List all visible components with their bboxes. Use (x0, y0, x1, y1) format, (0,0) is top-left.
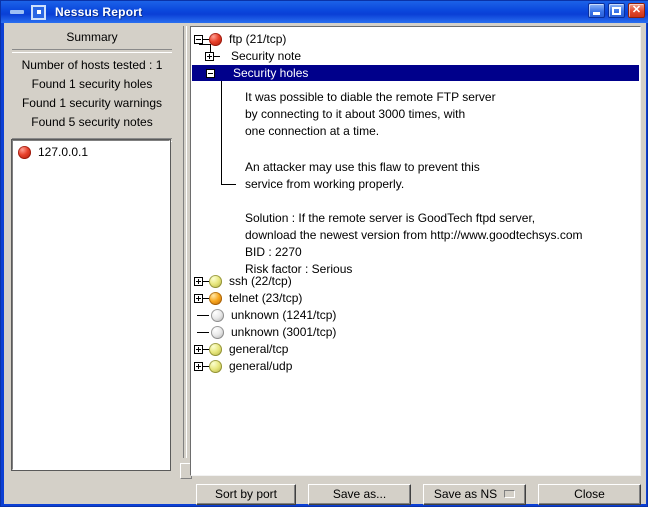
tree-node-telnet[interactable]: telnet (23/tcp) (194, 290, 302, 306)
tree-line (221, 184, 236, 185)
window-title: Nessus Report (55, 5, 142, 19)
severity-ball-icon (209, 275, 222, 288)
tree-node-ftp[interactable]: ftp (21/tcp) (194, 31, 286, 47)
close-button[interactable]: ✕ (628, 3, 645, 18)
summary-pane: Summary Number of hosts tested : 1 Found… (6, 26, 178, 496)
tree-node-label: general/udp (229, 359, 292, 373)
sort-by-port-button[interactable]: Sort by port (196, 484, 296, 505)
tree-line (203, 332, 209, 333)
splitter-bar (183, 26, 187, 458)
tree-node-label: Security holes (233, 66, 308, 80)
window-menu-dash-icon[interactable] (10, 10, 24, 14)
close-label: Close (574, 487, 605, 501)
minimize-button[interactable] (588, 3, 605, 18)
sort-by-port-label: Sort by port (215, 487, 277, 501)
maximize-button[interactable] (608, 3, 625, 18)
save-as-ns-button[interactable]: Save as NS (423, 484, 526, 505)
nessus-report-window: Nessus Report ✕ Summary Number of hosts … (0, 0, 648, 507)
severity-ball-icon (209, 292, 222, 305)
severity-ball-icon (211, 309, 224, 322)
tree-line (221, 69, 222, 185)
tree-node-ssh[interactable]: ssh (22/tcp) (194, 273, 292, 289)
tree-line (203, 315, 209, 316)
tree-node-label: unknown (1241/tcp) (231, 308, 336, 322)
report-tree: ftp (21/tcp) Security note Security hole… (191, 27, 640, 475)
severity-ball-icon (18, 146, 31, 159)
detail-paragraph-1: It was possible to diable the remote FTP… (245, 89, 496, 140)
tree-node-label: ftp (21/tcp) (229, 32, 286, 46)
window-controls: ✕ (588, 3, 645, 18)
tree-node-unknown-1241[interactable]: unknown (1241/tcp) (194, 307, 336, 323)
summary-security-warnings: Found 1 security warnings (6, 96, 178, 110)
tree-node-label: general/tcp (229, 342, 288, 356)
save-as-ns-label: Save as NS (434, 487, 497, 501)
severity-ball-icon (209, 343, 222, 356)
close-icon: ✕ (632, 6, 641, 15)
summary-heading: Summary (6, 26, 178, 44)
client-area: Summary Number of hosts tested : 1 Found… (4, 23, 646, 504)
summary-security-holes: Found 1 security holes (6, 77, 178, 91)
tree-node-general-udp[interactable]: general/udp (194, 358, 292, 374)
host-label: 127.0.0.1 (38, 145, 88, 159)
tree-node-security-note[interactable]: Security note (205, 48, 301, 64)
title-bar[interactable]: Nessus Report ✕ (1, 1, 648, 23)
tree-node-label: ssh (22/tcp) (229, 274, 292, 288)
tree-line (214, 56, 220, 57)
tree-node-label: telnet (23/tcp) (229, 291, 302, 305)
summary-security-notes: Found 5 security notes (6, 115, 178, 129)
summary-divider-top (12, 49, 172, 53)
report-tree-pane[interactable]: ftp (21/tcp) Security note Security hole… (190, 26, 641, 476)
pane-splitter[interactable] (180, 26, 190, 496)
host-list[interactable]: 127.0.0.1 (12, 140, 170, 470)
severity-ball-icon (209, 360, 222, 373)
tree-node-label: unknown (3001/tcp) (231, 325, 336, 339)
expand-toggle-icon[interactable] (194, 362, 203, 371)
save-as-label: Save as... (333, 487, 386, 501)
maximize-icon (612, 7, 621, 15)
app-icon[interactable] (31, 5, 46, 20)
close-dialog-button[interactable]: Close (538, 484, 641, 505)
button-bar: Sort by port Save as... Save as NS Close (190, 483, 641, 505)
minimize-icon (593, 12, 600, 15)
detail-paragraph-2: An attacker may use this flaw to prevent… (245, 159, 480, 193)
collapse-toggle-icon[interactable] (194, 35, 203, 44)
expand-toggle-icon[interactable] (194, 345, 203, 354)
chevron-down-icon[interactable] (504, 490, 515, 498)
expand-toggle-icon[interactable] (205, 52, 214, 61)
detail-paragraph-3: Solution : If the remote server is GoodT… (245, 210, 583, 278)
tree-node-label: Security note (231, 49, 301, 63)
tree-node-security-holes[interactable]: Security holes (192, 65, 639, 81)
save-as-button[interactable]: Save as... (308, 484, 411, 505)
list-item[interactable]: 127.0.0.1 (13, 143, 169, 161)
severity-ball-icon (209, 33, 222, 46)
tree-node-unknown-3001[interactable]: unknown (3001/tcp) (194, 324, 336, 340)
expand-toggle-icon[interactable] (194, 294, 203, 303)
tree-node-general-tcp[interactable]: general/tcp (194, 341, 288, 357)
collapse-toggle-icon[interactable] (206, 69, 215, 78)
severity-ball-icon (211, 326, 224, 339)
summary-hosts-tested: Number of hosts tested : 1 (6, 58, 178, 72)
expand-toggle-icon[interactable] (194, 277, 203, 286)
